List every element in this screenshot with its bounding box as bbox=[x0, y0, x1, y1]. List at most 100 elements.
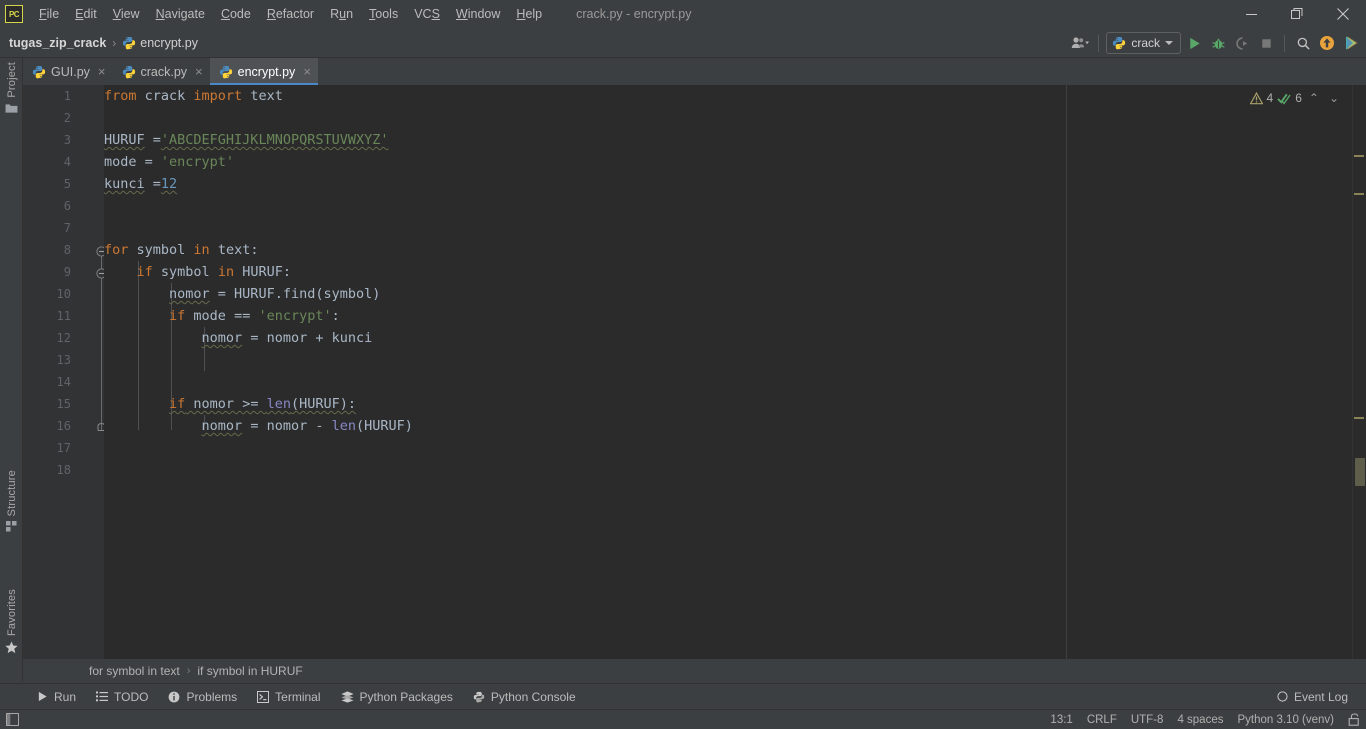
sidebar-item-structure[interactable]: Structure bbox=[0, 470, 23, 532]
star-icon bbox=[5, 641, 18, 654]
update-project-button[interactable] bbox=[1316, 32, 1338, 54]
packages-icon bbox=[340, 690, 354, 703]
restore-icon bbox=[1291, 8, 1303, 19]
code-line-16: nomor = nomor - len(HURUF) bbox=[201, 418, 413, 434]
line-separator[interactable]: CRLF bbox=[1087, 714, 1117, 726]
toolbar-divider-2 bbox=[1284, 34, 1285, 52]
line-number: 13 bbox=[56, 353, 71, 367]
menu-tools[interactable]: Tools bbox=[361, 3, 406, 25]
search-everywhere-button[interactable] bbox=[1292, 32, 1314, 54]
account-button[interactable] bbox=[1069, 32, 1091, 54]
event-log-icon bbox=[1277, 691, 1288, 702]
run-coverage-button[interactable] bbox=[1231, 32, 1253, 54]
unlocked-icon[interactable] bbox=[1348, 713, 1360, 726]
breadcrumb-separator: › bbox=[112, 35, 117, 50]
inspection-check-icon bbox=[1277, 93, 1291, 105]
bottom-tool-window-bar: Run TODO Problems Terminal Python Packag… bbox=[0, 683, 1366, 709]
python-file-icon bbox=[219, 65, 232, 78]
code-folding-gutter[interactable] bbox=[80, 85, 107, 659]
python-interpreter[interactable]: Python 3.10 (venv) bbox=[1237, 714, 1334, 726]
run-configuration-selector[interactable]: crack bbox=[1106, 32, 1181, 54]
stop-square-icon bbox=[1261, 38, 1271, 48]
status-bar: 13:1 CRLF UTF-8 4 spaces Python 3.10 (ve… bbox=[0, 709, 1366, 729]
debug-button[interactable] bbox=[1207, 32, 1229, 54]
tab-label: crack.py bbox=[140, 64, 188, 79]
inspection-widget[interactable]: 4 6 ⌃ ⌄ bbox=[1249, 89, 1343, 107]
code-editor[interactable]: 1 2 3 4 5 6 7 8 9 10 11 12 13 14 15 16 1… bbox=[23, 85, 1366, 659]
tab-crack-py[interactable]: crack.py × bbox=[113, 58, 210, 85]
menu-code[interactable]: Code bbox=[213, 3, 259, 25]
tool-window-python-console[interactable]: Python Console bbox=[463, 687, 586, 707]
menu-refactor[interactable]: Refactor bbox=[259, 3, 322, 25]
stop-button[interactable] bbox=[1255, 32, 1277, 54]
tab-close-icon[interactable]: × bbox=[303, 65, 311, 78]
breadcrumb-segment-if[interactable]: if symbol in HURUF bbox=[197, 664, 302, 678]
minimize-button[interactable] bbox=[1228, 0, 1274, 28]
sidebar-item-project[interactable]: Project bbox=[0, 62, 23, 114]
line-number: 8 bbox=[63, 243, 71, 257]
menu-vcs[interactable]: VCS bbox=[406, 3, 448, 25]
code-line-1: from crack import text bbox=[104, 88, 283, 104]
problems-icon bbox=[169, 691, 180, 702]
tool-window-python-packages[interactable]: Python Packages bbox=[331, 687, 463, 707]
line-number: 12 bbox=[56, 331, 71, 345]
menu-run[interactable]: Run bbox=[322, 3, 361, 25]
hide-windows-icon[interactable] bbox=[6, 713, 19, 726]
event-log-button[interactable]: Event Log bbox=[1267, 687, 1358, 707]
sidebar-item-structure-label: Structure bbox=[5, 469, 18, 516]
tool-window-todo[interactable]: TODO bbox=[86, 687, 158, 707]
pycharm-logo-icon: PC bbox=[5, 5, 23, 23]
ide-assistant-button[interactable] bbox=[1340, 32, 1362, 54]
editor-tab-strip: GUI.py × crack.py × encrypt.py × bbox=[23, 58, 1366, 85]
editor-marker-scrollbar[interactable] bbox=[1352, 85, 1366, 659]
event-log-label: Event Log bbox=[1293, 689, 1348, 704]
next-problem-icon[interactable]: ⌄ bbox=[1326, 91, 1342, 105]
code-line-8: for symbol in text: bbox=[104, 242, 259, 258]
tab-close-icon[interactable]: × bbox=[98, 65, 106, 78]
tab-encrypt-py[interactable]: encrypt.py × bbox=[209, 58, 319, 85]
menu-window[interactable]: Window bbox=[448, 3, 508, 25]
prev-problem-icon[interactable]: ⌃ bbox=[1306, 91, 1322, 105]
warning-marker[interactable] bbox=[1354, 193, 1364, 195]
tool-window-terminal[interactable]: Terminal bbox=[247, 687, 330, 707]
run-button[interactable] bbox=[1183, 32, 1205, 54]
menu-edit[interactable]: Edit bbox=[67, 3, 105, 25]
tab-close-icon[interactable]: × bbox=[195, 65, 203, 78]
left-tool-strip: Project Structure Favorites bbox=[0, 58, 23, 682]
line-number: 18 bbox=[56, 463, 71, 477]
run-triangle-icon bbox=[1189, 37, 1200, 49]
run-triangle-icon bbox=[38, 691, 47, 702]
line-number: 9 bbox=[63, 265, 71, 279]
code-line-12: nomor = nomor + kunci bbox=[201, 330, 373, 346]
close-button[interactable] bbox=[1320, 0, 1366, 28]
menu-view[interactable]: View bbox=[105, 3, 148, 25]
maximize-button[interactable] bbox=[1274, 0, 1320, 28]
status-bar-right: 13:1 CRLF UTF-8 4 spaces Python 3.10 (ve… bbox=[1050, 713, 1360, 726]
breadcrumb-file[interactable]: encrypt.py bbox=[140, 36, 198, 50]
tab-gui-py[interactable]: GUI.py × bbox=[23, 58, 113, 85]
minimize-icon bbox=[1245, 13, 1257, 15]
file-encoding[interactable]: UTF-8 bbox=[1131, 714, 1164, 726]
tool-window-label: Python Packages bbox=[359, 689, 453, 704]
warning-marker[interactable] bbox=[1354, 417, 1364, 419]
todo-list-icon bbox=[96, 691, 109, 702]
code-line-3: HURUF ='ABCDEFGHIJKLMNOPQRSTUVWXYZ' bbox=[104, 132, 389, 148]
window-controls bbox=[1228, 0, 1366, 28]
tool-window-run[interactable]: Run bbox=[27, 687, 86, 707]
menu-file[interactable]: File bbox=[31, 3, 67, 25]
sidebar-item-favorites-label: Favorites bbox=[5, 588, 18, 636]
breadcrumb-segment-for[interactable]: for symbol in text bbox=[89, 664, 180, 678]
tool-window-problems[interactable]: Problems bbox=[158, 687, 247, 707]
scrollbar-thumb[interactable] bbox=[1355, 458, 1365, 486]
sidebar-item-favorites[interactable]: Favorites bbox=[0, 589, 23, 654]
search-icon bbox=[1297, 37, 1310, 50]
caret-position[interactable]: 13:1 bbox=[1050, 714, 1072, 726]
breadcrumb-project[interactable]: tugas_zip_crack bbox=[9, 36, 106, 50]
line-number: 11 bbox=[56, 309, 71, 323]
line-number: 10 bbox=[56, 287, 71, 301]
menu-navigate[interactable]: Navigate bbox=[148, 3, 213, 25]
indent-setting[interactable]: 4 spaces bbox=[1177, 714, 1223, 726]
code-text-area[interactable]: from crack import text HURUF ='ABCDEFGHI… bbox=[104, 85, 1366, 659]
menu-help[interactable]: Help bbox=[508, 3, 550, 25]
warning-marker[interactable] bbox=[1354, 155, 1364, 157]
